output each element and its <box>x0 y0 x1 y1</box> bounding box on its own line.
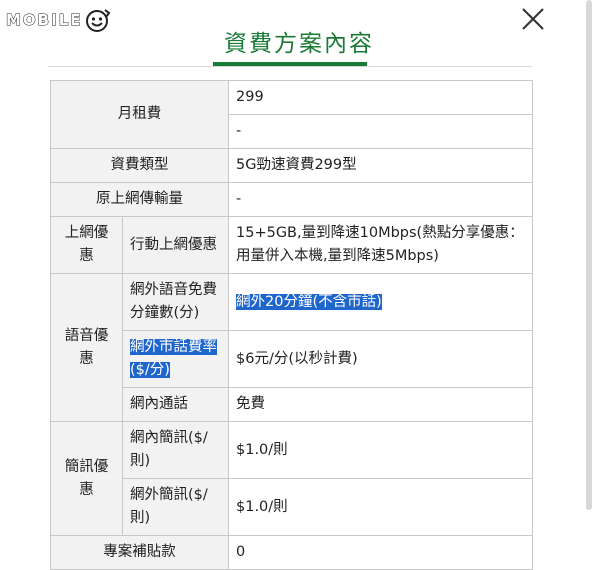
table-row: 月租費 299 <box>50 80 533 149</box>
table-row: 原上網傳輸量 - <box>50 182 533 217</box>
original-data-value: - <box>228 182 533 217</box>
mobile-data-value: 15+5GB,量到降速10Mbps(熱點分享優惠：用量併入本機,量到降速5Mbp… <box>228 216 533 274</box>
table-row: 網外市話費率($/分) $6元/分(以秒計費) <box>51 330 533 388</box>
offnet-sms-label: 網外簡訊($/則) <box>122 478 229 536</box>
plan-details-table: 月租費 299 - 資費類型 5G勁速資費299型 原上網傳輸量 - 上網優惠 … <box>50 80 533 570</box>
offnet-free-minutes-label: 網外語音免費分鐘數(分) <box>122 273 229 331</box>
selected-text: 網外20分鐘(不含市話) <box>236 293 382 310</box>
offnet-sms-value: $1.0/則 <box>228 478 533 536</box>
table-row: 專案補貼款 0 <box>50 535 533 570</box>
plan-type-label: 資費類型 <box>50 148 229 183</box>
table-row: 簡訊優惠 網內簡訊($/則) $1.0/則 <box>50 421 533 536</box>
subsidy-value: 0 <box>228 535 533 570</box>
offnet-free-minutes-value: 網外20分鐘(不含市話) <box>228 273 533 331</box>
original-data-label: 原上網傳輸量 <box>50 182 229 217</box>
table-row: 上網優惠 行動上網優惠 15+5GB,量到降速10Mbps(熱點分享優惠：用量併… <box>50 216 533 274</box>
offnet-free-minutes-text: 網外語音免費分鐘數(分) <box>130 282 217 321</box>
title-divider <box>48 66 532 67</box>
onnet-sms-label: 網內簡訊($/則) <box>122 421 229 479</box>
table-row: 網內通話 免費 <box>51 387 533 422</box>
table-row: 資費類型 5G勁速資費299型 <box>50 148 533 183</box>
offnet-landline-rate-label: 網外市話費率($/分) <box>122 330 229 388</box>
offnet-landline-rate-value: $6元/分(以秒計費) <box>228 330 533 388</box>
onnet-call-value: 免費 <box>228 387 533 422</box>
monthly-fee-label: 月租費 <box>50 80 229 149</box>
monthly-fee-value: 299 <box>228 80 533 115</box>
internet-promo-label: 上網優惠 <box>50 216 123 274</box>
dialog-title: 資費方案內容 <box>224 31 374 57</box>
subsidy-label: 專案補貼款 <box>50 535 229 570</box>
monthly-fee-value-secondary: - <box>228 114 533 149</box>
selected-text: 網外市話費率($/分) <box>130 339 217 378</box>
scrollbar-thumb[interactable] <box>586 0 592 510</box>
onnet-sms-value: $1.0/則 <box>228 421 533 479</box>
table-row: 語音優惠 網外語音免費分鐘數(分) 網外20分鐘(不含市話) <box>50 273 533 422</box>
sms-promo-label: 簡訊優惠 <box>50 421 123 536</box>
mobile-data-label: 行動上網優惠 <box>122 216 229 274</box>
onnet-call-label: 網內通話 <box>122 387 229 422</box>
table-row: 網外簡訊($/則) $1.0/則 <box>51 478 533 536</box>
voice-promo-label: 語音優惠 <box>50 273 123 422</box>
plan-type-value: 5G勁速資費299型 <box>228 148 533 183</box>
